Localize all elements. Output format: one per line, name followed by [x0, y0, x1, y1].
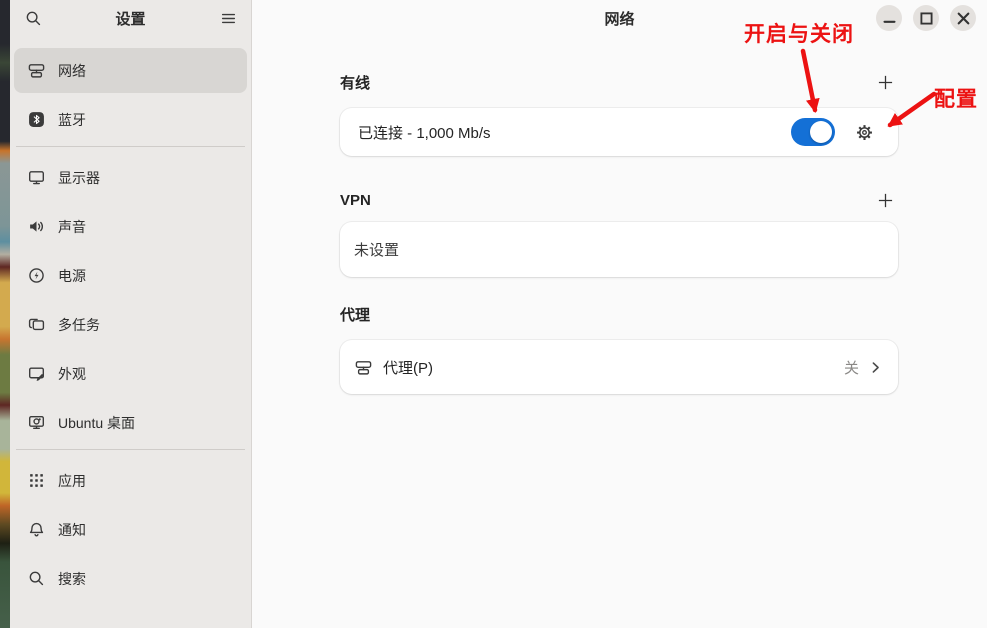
network-icon [28, 62, 45, 79]
close-button[interactable] [950, 5, 976, 31]
power-icon [28, 267, 45, 284]
apps-grid-icon [28, 472, 45, 489]
settings-window: 设置 网络 蓝牙 [0, 0, 987, 628]
wired-status-label: 已连接 - 1,000 Mb/s [358, 122, 491, 143]
app-title: 设置 [46, 8, 215, 29]
configure-callout-text: 配置 [934, 88, 978, 112]
sidebar-item-search[interactable]: 搜索 [14, 556, 247, 601]
search-icon [28, 570, 45, 587]
plus-icon [877, 192, 894, 209]
sidebar-item-label: 通知 [58, 520, 86, 540]
sidebar-item-label: 显示器 [58, 168, 100, 188]
bell-icon [28, 521, 45, 538]
speaker-icon [28, 218, 45, 235]
sidebar-item-appearance[interactable]: 外观 [14, 351, 247, 396]
vpn-placeholder-row: 未设置 [340, 222, 898, 277]
window-controls [876, 5, 976, 31]
sidebar-item-sound[interactable]: 声音 [14, 204, 247, 249]
search-icon [25, 10, 42, 27]
maximize-button[interactable] [913, 5, 939, 31]
toggle-knob [810, 121, 832, 143]
sidebar-item-power[interactable]: 电源 [14, 253, 247, 298]
wired-heading: 有线 [340, 72, 370, 93]
display-icon [28, 169, 45, 186]
ubuntu-desktop-icon [28, 414, 45, 431]
chevron-right-icon [867, 359, 884, 376]
sidebar-item-label: 电源 [58, 266, 86, 286]
minimize-button[interactable] [876, 5, 902, 31]
hamburger-icon [220, 10, 237, 27]
gear-icon [856, 124, 873, 141]
plus-icon [877, 74, 894, 91]
sidebar-item-label: 应用 [58, 471, 86, 491]
toggle-callout-text: 开启与关闭 [744, 23, 854, 47]
wired-settings-button[interactable] [850, 118, 878, 146]
wired-toggle[interactable] [791, 118, 835, 146]
sidebar-item-apps[interactable]: 应用 [14, 458, 247, 503]
sidebar-item-bluetooth[interactable]: 蓝牙 [14, 97, 247, 142]
sidebar-item-label: 多任务 [58, 315, 100, 335]
bluetooth-icon [28, 111, 45, 128]
desktop-wallpaper-strip [0, 0, 10, 628]
search-button[interactable] [20, 5, 46, 31]
sidebar-item-displays[interactable]: 显示器 [14, 155, 247, 200]
proxy-section-header: 代理 [340, 304, 898, 324]
network-icon [355, 359, 372, 376]
appearance-icon [28, 365, 45, 382]
sidebar-item-label: 网络 [58, 61, 86, 81]
sidebar-item-label: 声音 [58, 217, 86, 237]
sidebar: 设置 网络 蓝牙 [10, 0, 252, 628]
add-wired-connection-button[interactable] [872, 69, 898, 95]
sidebar-item-notifications[interactable]: 通知 [14, 507, 247, 552]
proxy-label: 代理(P) [383, 357, 433, 378]
close-icon [955, 10, 972, 27]
minimize-icon [881, 10, 898, 27]
sidebar-item-ubuntu-desktop[interactable]: Ubuntu 桌面 [14, 400, 247, 445]
sidebar-item-label: 外观 [58, 364, 86, 384]
proxy-heading: 代理 [340, 304, 370, 325]
wired-connection-row: 已连接 - 1,000 Mb/s [340, 108, 898, 156]
wired-section-header: 有线 [340, 72, 898, 92]
sidebar-item-label: 蓝牙 [58, 110, 86, 130]
vpn-heading: VPN [340, 192, 371, 209]
sidebar-divider [16, 146, 245, 147]
sidebar-nav: 网络 蓝牙 显示器 声音 [10, 36, 251, 601]
sidebar-item-label: 搜索 [58, 569, 86, 589]
sidebar-item-network[interactable]: 网络 [14, 48, 247, 93]
sidebar-header: 设置 [10, 0, 251, 36]
menu-button[interactable] [215, 5, 241, 31]
proxy-state-value: 关 [844, 357, 859, 378]
sidebar-item-label: Ubuntu 桌面 [58, 413, 135, 433]
sidebar-divider [16, 449, 245, 450]
maximize-icon [918, 10, 935, 27]
vpn-section-header: VPN [340, 190, 898, 210]
proxy-row[interactable]: 代理(P) 关 [340, 340, 898, 394]
multitasking-icon [28, 316, 45, 333]
sidebar-item-multitasking[interactable]: 多任务 [14, 302, 247, 347]
add-vpn-button[interactable] [872, 187, 898, 213]
vpn-status-label: 未设置 [354, 239, 399, 260]
main-panel: 网络 有线 [252, 0, 987, 628]
